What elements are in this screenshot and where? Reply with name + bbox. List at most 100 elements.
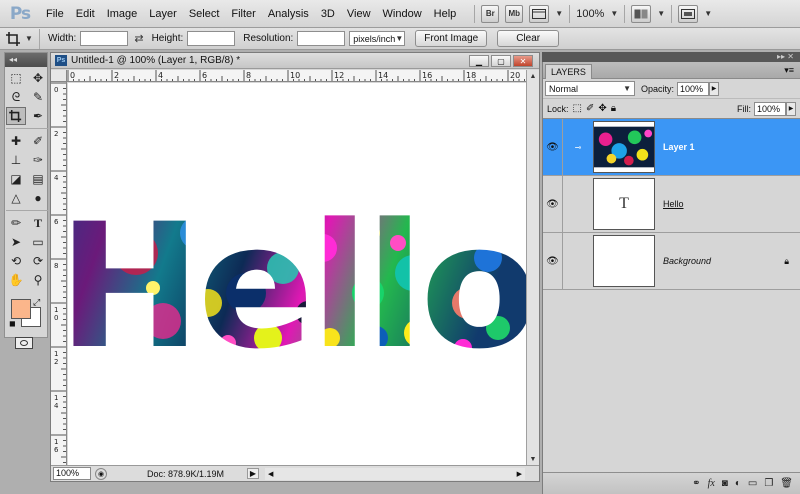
menu-file[interactable]: File: [40, 0, 70, 28]
marquee-tool-icon[interactable]: ⬚: [6, 69, 26, 87]
front-image-button[interactable]: Front Image: [415, 30, 488, 47]
minimize-button[interactable]: ▁: [469, 55, 489, 67]
pen-tool-icon[interactable]: ✏: [6, 214, 26, 232]
fill-slider-icon[interactable]: ▶: [786, 101, 796, 116]
menu-window[interactable]: Window: [377, 0, 428, 28]
menu-select[interactable]: Select: [183, 0, 226, 28]
default-colors-icon[interactable]: ◼: [9, 319, 16, 328]
history-brush-tool-icon[interactable]: ✑: [28, 151, 48, 169]
dodge-tool-icon[interactable]: ●: [28, 189, 48, 207]
chevron-down-icon[interactable]: ▼: [704, 9, 712, 18]
new-group-icon[interactable]: ▭: [748, 478, 757, 489]
panel-dock-header[interactable]: ▸▸ ✕: [542, 52, 800, 62]
height-input[interactable]: [187, 31, 236, 46]
gradient-tool-icon[interactable]: ▤: [28, 170, 48, 188]
foreground-color-swatch[interactable]: [11, 299, 31, 319]
link-layers-icon[interactable]: ⚭: [692, 478, 700, 489]
scroll-right-icon[interactable]: ▶: [517, 470, 522, 478]
view-extras-button[interactable]: [529, 4, 550, 23]
blur-tool-icon[interactable]: △: [6, 189, 26, 207]
canvas[interactable]: Hello: [68, 83, 527, 465]
path-selection-tool-icon[interactable]: ➤: [6, 233, 26, 251]
menu-image[interactable]: Image: [101, 0, 144, 28]
menu-layer[interactable]: Layer: [143, 0, 183, 28]
lock-transparency-icon[interactable]: ⬚: [573, 103, 582, 114]
crop-tool-icon[interactable]: [6, 107, 26, 125]
swap-colors-icon[interactable]: ⤢: [33, 297, 40, 308]
menu-help[interactable]: Help: [428, 0, 463, 28]
brush-tool-icon[interactable]: ✐: [28, 132, 48, 150]
adjustment-layer-icon[interactable]: ◐: [735, 478, 741, 489]
3d-orbit-tool-icon[interactable]: ⟳: [28, 252, 48, 270]
status-menu-icon[interactable]: ▶: [247, 468, 259, 479]
chevron-down-icon[interactable]: ▼: [610, 9, 618, 18]
quick-select-tool-icon[interactable]: ✎: [28, 88, 48, 106]
eyedropper-tool-icon[interactable]: ✒: [28, 107, 48, 125]
menu-filter[interactable]: Filter: [225, 0, 261, 28]
ruler-origin[interactable]: [51, 70, 67, 82]
type-tool-icon[interactable]: T: [28, 214, 48, 232]
tools-panel-header[interactable]: ◂◂: [5, 53, 47, 67]
status-info-icon[interactable]: ◉: [95, 467, 107, 480]
opacity-slider-icon[interactable]: ▶: [709, 81, 720, 96]
document-title-bar[interactable]: Ps Untitled-1 @ 100% (Layer 1, RGB/8) * …: [51, 53, 539, 69]
eraser-tool-icon[interactable]: ◪: [6, 170, 26, 188]
close-button[interactable]: ✕: [513, 55, 533, 67]
zoom-tool-icon[interactable]: ⚲: [28, 271, 48, 289]
delete-layer-icon[interactable]: 🗑︎: [780, 478, 793, 489]
tool-preset-picker[interactable]: ▼: [0, 28, 40, 49]
menu-3d[interactable]: 3D: [315, 0, 341, 28]
horizontal-ruler[interactable]: 0 2 4 6 8 10 12 14 16 18 20: [67, 70, 527, 82]
lock-position-icon[interactable]: ✥: [598, 103, 606, 114]
3d-rotate-tool-icon[interactable]: ⟲: [6, 252, 26, 270]
scroll-up-icon[interactable]: ▲: [527, 70, 539, 82]
horizontal-scrollbar[interactable]: ◀ ▶: [265, 467, 525, 480]
maximize-button[interactable]: ▢: [491, 55, 511, 67]
width-input[interactable]: [80, 31, 129, 46]
layer-row-background[interactable]: 👁︎ Background 🔒︎: [543, 233, 800, 290]
document-zoom-field[interactable]: 100%: [53, 467, 91, 480]
layer-row-hello[interactable]: 👁︎ T Hello: [543, 176, 800, 233]
layer-name[interactable]: Background: [663, 256, 711, 266]
resolution-unit-select[interactable]: pixels/inch ▼: [349, 31, 406, 46]
shape-tool-icon[interactable]: ▭: [28, 233, 48, 251]
mini-bridge-button[interactable]: Mb: [505, 4, 524, 23]
opacity-field[interactable]: 100%: [677, 81, 710, 96]
tab-layers[interactable]: LAYERS: [545, 64, 592, 79]
layer-row-layer-1[interactable]: 👁︎ ⊸ Layer 1: [543, 119, 800, 176]
layer-thumbnail[interactable]: [593, 235, 655, 287]
layer-name[interactable]: Layer 1: [663, 142, 695, 152]
lasso-tool-icon[interactable]: ᘓ: [6, 88, 26, 106]
new-layer-icon[interactable]: ❐: [764, 478, 773, 489]
blend-mode-select[interactable]: Normal ▼: [545, 81, 635, 96]
text-layer-thumbnail[interactable]: T: [593, 178, 655, 230]
quick-mask-button[interactable]: [15, 337, 33, 349]
swap-dimensions-icon[interactable]: ⇄: [134, 32, 143, 45]
layer-style-icon[interactable]: fx: [708, 478, 715, 489]
resolution-input[interactable]: [297, 31, 346, 46]
layer-thumbnail[interactable]: [593, 121, 655, 173]
chevron-down-icon[interactable]: ▼: [657, 9, 665, 18]
layer-name[interactable]: Hello: [663, 199, 684, 209]
lock-all-icon[interactable]: 🔒︎: [611, 103, 616, 114]
fill-field[interactable]: 100%: [754, 101, 786, 116]
zoom-level[interactable]: 100%: [576, 8, 604, 20]
add-mask-icon[interactable]: ◙: [722, 478, 728, 489]
hand-tool-icon[interactable]: ✋: [6, 271, 26, 289]
clear-button[interactable]: Clear: [497, 30, 560, 47]
menu-view[interactable]: View: [341, 0, 377, 28]
menu-analysis[interactable]: Analysis: [262, 0, 315, 28]
panel-menu-icon[interactable]: ▾≡: [784, 65, 794, 76]
arrange-documents-button[interactable]: [631, 4, 652, 23]
scroll-down-icon[interactable]: ▼: [527, 453, 539, 465]
visibility-eye-icon[interactable]: 👁︎: [543, 176, 563, 232]
screen-mode-button[interactable]: [678, 4, 699, 23]
visibility-eye-icon[interactable]: 👁︎: [543, 233, 563, 289]
lock-image-icon[interactable]: ✐: [586, 103, 594, 114]
clone-stamp-tool-icon[interactable]: ⊥: [6, 151, 26, 169]
vertical-scrollbar[interactable]: ▲ ▼: [526, 70, 539, 465]
visibility-eye-icon[interactable]: 👁︎: [543, 119, 563, 175]
menu-edit[interactable]: Edit: [70, 0, 101, 28]
healing-brush-tool-icon[interactable]: ✚: [6, 132, 26, 150]
move-tool-icon[interactable]: ✥: [28, 69, 48, 87]
